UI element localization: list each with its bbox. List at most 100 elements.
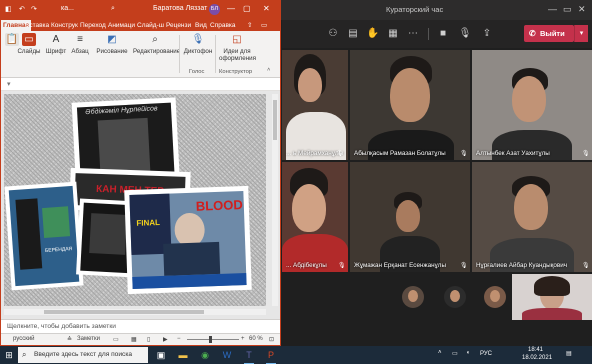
network-icon[interactable]: ▭ [452, 350, 458, 357]
notes-button[interactable]: Заметки [77, 336, 100, 342]
video-tile[interactable]: Нұрғалиев Айбар Куандықович 🎙 [472, 162, 592, 272]
quick-access-bar: ▾ [1, 78, 280, 91]
paragraph-button[interactable]: ≡ Абзац [69, 33, 91, 55]
zoom-level[interactable]: 60 % [249, 336, 263, 342]
video-tile[interactable]: Абылқасым Рамазан Болатұлы 🎙 [350, 50, 470, 160]
notes-pane[interactable]: Щелкните, чтобы добавить заметки [1, 319, 280, 333]
minimize-icon[interactable]: — [227, 4, 235, 13]
tab-animations[interactable]: Анимаци [106, 20, 137, 31]
teams-icon[interactable]: T [242, 348, 256, 364]
windows-start-icon[interactable]: ⊞ [0, 346, 18, 364]
face [298, 68, 322, 102]
editing-button[interactable]: ⌕ Редактирование [133, 33, 180, 55]
blood-label: BLOOD [195, 197, 244, 214]
expand-icon[interactable]: ▾ [7, 80, 11, 88]
mic-icon[interactable]: 🎙 [458, 27, 472, 41]
slideshow-icon[interactable]: ▶ [163, 336, 168, 343]
avatar[interactable]: БЛ [209, 4, 220, 15]
tab-view[interactable]: Вид [193, 20, 209, 31]
user-name[interactable]: Баратова Ляззат [153, 5, 207, 12]
word-icon[interactable]: W [220, 348, 234, 362]
file-explorer-icon[interactable]: ▬ [176, 348, 190, 362]
close-icon[interactable]: ✕ [578, 4, 586, 15]
dictate-button[interactable]: 🎙 Диктофон [183, 33, 213, 55]
volume-icon[interactable]: ◖ [466, 350, 470, 356]
fit-slide-icon[interactable]: ⊡ [269, 336, 274, 343]
zoom-in-icon[interactable]: + [241, 336, 245, 342]
breakout-icon[interactable]: ▦ [386, 27, 400, 41]
design-ideas-label: Идеи для оформления [219, 48, 256, 62]
tab-design[interactable]: Конструк [49, 20, 80, 31]
avatar[interactable] [484, 286, 506, 308]
show-hidden-icon[interactable]: ˄ [438, 350, 442, 356]
search-placeholder: Введите здесь текст для поиска [34, 351, 133, 358]
scroll-thumb[interactable] [44, 310, 204, 314]
search-icon[interactable]: ⌕ [111, 5, 115, 13]
maximize-icon[interactable]: ▭ [563, 4, 572, 15]
zoom-slider[interactable] [187, 339, 239, 340]
leave-button[interactable]: ✆ Выйти [524, 25, 574, 42]
slide-sorter-icon[interactable]: ▦ [131, 336, 137, 343]
powerpoint-icon[interactable]: P [264, 348, 278, 364]
tab-help[interactable]: Справка [208, 20, 238, 31]
share-screen-icon[interactable]: ⇪ [480, 27, 494, 41]
video-tile[interactable]: Жұмажан Ерқанат Есенжанұлы 🎙 [350, 162, 470, 272]
tab-transitions[interactable]: Переход [78, 20, 108, 31]
redo-icon[interactable]: ↷ [31, 5, 37, 13]
normal-view-icon[interactable]: ▭ [113, 336, 119, 343]
news-photo: FINAL BLOOD [129, 191, 247, 289]
camera-icon[interactable]: ■ [436, 27, 450, 41]
keyboard-language[interactable]: РУС [480, 351, 492, 357]
zoom-slider-thumb[interactable] [209, 336, 212, 343]
slides-label: Слайды [17, 48, 41, 55]
slide-canvas[interactable]: Әбдіжәміл Нұрпейісов КАН МЕН ТЕР БЕРЕНДА… [4, 94, 266, 306]
font-button[interactable]: A Шрифт [45, 33, 67, 55]
book-spine [15, 198, 43, 270]
zoom-out-icon[interactable]: − [177, 336, 181, 342]
video-tile[interactable]: Алтынбек Азат Уахитұлы 🎙 [472, 50, 592, 160]
notes-icon[interactable]: ≙ [67, 336, 72, 343]
tab-slideshow[interactable]: Слайд-ш [135, 20, 166, 31]
scroll-thumb[interactable] [273, 100, 277, 140]
video-tile[interactable]: ... Абдібекұлы 🎙 [282, 162, 348, 272]
avatar[interactable] [444, 286, 466, 308]
autosave-icon[interactable]: ◧ [5, 5, 12, 13]
clock-date[interactable]: 18.02.2021 [522, 355, 552, 361]
vertical-scrollbar[interactable] [272, 94, 278, 306]
raise-hand-icon[interactable]: ✋ [366, 27, 380, 41]
design-ideas-button[interactable]: ◱ Идеи для оформления [219, 33, 256, 62]
task-view-icon[interactable]: ▣ [154, 348, 168, 362]
video-tile[interactable]: ... ь Мейрамханұлы 🎙 [282, 50, 348, 160]
language-indicator[interactable]: русский [13, 336, 35, 342]
undo-icon[interactable]: ↶ [19, 5, 25, 13]
self-view-video[interactable] [512, 274, 592, 320]
final-label: FINAL [136, 217, 161, 228]
leave-options-chevron-icon[interactable]: ▾ [574, 25, 588, 42]
reading-view-icon[interactable]: ▯ [147, 336, 150, 343]
slides-button[interactable]: ▭ Слайды [17, 33, 41, 55]
comments-icon[interactable]: ▭ [259, 20, 269, 31]
notifications-icon[interactable]: ▤ [566, 350, 572, 357]
chrome-icon[interactable]: ◉ [198, 348, 212, 362]
news-frame: FINAL BLOOD [124, 185, 252, 295]
share-icon[interactable]: ⇧ [245, 20, 254, 31]
close-icon[interactable]: ✕ [263, 4, 270, 13]
maximize-icon[interactable]: ▢ [243, 4, 251, 13]
horizontal-scrollbar[interactable] [4, 309, 266, 315]
minimize-icon[interactable]: — [548, 4, 557, 14]
taskbar-search-input[interactable]: ⌕ Введите здесь текст для поиска [18, 347, 148, 363]
participants-icon[interactable]: ⚇ [326, 27, 340, 41]
participant-name: Жұмажан Ерқанат Есенжанұлы [354, 262, 446, 269]
news-ticker [132, 272, 247, 289]
drawing-button[interactable]: ◩ Рисование [95, 33, 129, 55]
mic-icon: 🎙 [582, 263, 590, 269]
group-voice-label: Голос [189, 69, 205, 75]
book-cover: БЕРЕНДАЯ [8, 185, 80, 287]
chat-icon[interactable]: ▤ [346, 27, 360, 41]
avatar[interactable] [402, 286, 424, 308]
tab-insert[interactable]: Вставка [23, 20, 51, 31]
clock-time[interactable]: 18:41 [528, 347, 543, 353]
tab-review[interactable]: Рецензи [164, 20, 193, 31]
more-icon[interactable]: ⋯ [406, 27, 420, 41]
collapse-ribbon-icon[interactable]: ˄ [267, 67, 270, 73]
